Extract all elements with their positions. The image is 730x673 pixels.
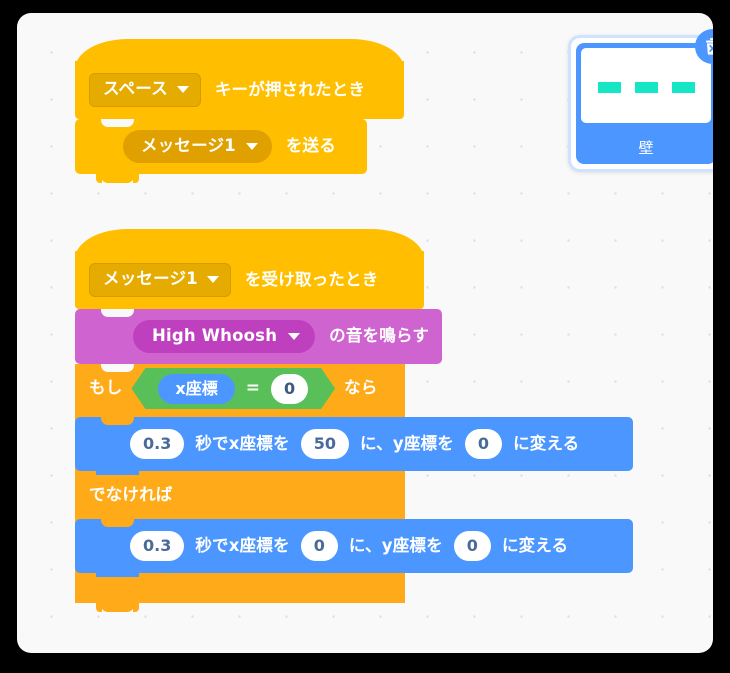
- else-label: でなければ: [89, 484, 173, 504]
- block-top-notch: [101, 417, 134, 425]
- glide-x-input-else[interactable]: 0: [300, 531, 338, 561]
- glide-y-input-if[interactable]: 0: [464, 429, 503, 459]
- wall-segment-icon: [635, 82, 658, 93]
- code-workspace[interactable]: スペース キーが押されたとき メッセージ1 を送る メッセージ1 を受け取ったと…: [17, 13, 713, 653]
- block-glide-to-xy-else[interactable]: 0.3 秒でx座標を 0 に、y座標を 0 に変える: [75, 519, 633, 582]
- glide-y-input-else[interactable]: 0: [453, 531, 491, 561]
- block-bottom-notch: [96, 174, 139, 183]
- reporter-x-position[interactable]: x座標: [158, 374, 234, 404]
- receive-message-dropdown[interactable]: メッセージ1: [89, 263, 231, 297]
- equals-right-input[interactable]: 0: [271, 374, 308, 404]
- glide-x-label-else: に、y座標を: [348, 535, 443, 555]
- glide-seconds-label-else: 秒でx座標を: [195, 535, 290, 555]
- block-equals-operator[interactable]: x座標 = 0: [131, 368, 335, 409]
- block-top-notch: [101, 119, 134, 127]
- broadcast-label: を送る: [285, 136, 336, 156]
- broadcast-message-dropdown[interactable]: メッセージ1: [123, 129, 272, 164]
- wall-segment-icon: [672, 82, 695, 93]
- glide-seconds-input-else[interactable]: 0.3: [130, 531, 185, 561]
- sprite-thumbnail: [581, 48, 711, 123]
- script-when-broadcast-received[interactable]: メッセージ1 を受け取ったとき High Whoosh の音を鳴らす もし x座…: [75, 229, 633, 612]
- if-label: もし: [89, 378, 123, 398]
- equals-sign: =: [245, 378, 260, 398]
- block-bottom-notch: [96, 603, 139, 612]
- block-when-key-pressed[interactable]: スペース キーが押されたとき: [75, 39, 404, 119]
- glide-x-label-if: に、y座標を: [359, 433, 454, 453]
- play-sound-label: の音を鳴らす: [329, 326, 430, 346]
- block-top-notch: [101, 364, 134, 372]
- receive-message-value: メッセージ1: [103, 269, 198, 289]
- scratch-editor-screenshot: スペース キーが押されたとき メッセージ1 を送る メッセージ1 を受け取ったと…: [0, 0, 730, 673]
- sprite-name-label: 壁: [638, 139, 654, 157]
- then-label: なら: [344, 378, 378, 398]
- block-if-else[interactable]: もし x座標 = 0 なら 0.3 秒でx座標を 50 に、y座標を 0 に変え…: [75, 364, 633, 612]
- chevron-down-icon: [176, 86, 189, 93]
- glide-y-label-else: に変える: [501, 535, 569, 555]
- sound-dropdown-value: High Whoosh: [152, 325, 278, 345]
- glide-y-label-if: に変える: [513, 433, 580, 453]
- block-top-notch: [101, 519, 134, 527]
- broadcast-message-value: メッセージ1: [141, 135, 236, 155]
- glide-seconds-label-if: 秒でx座標を: [195, 433, 290, 453]
- sound-dropdown[interactable]: High Whoosh: [133, 319, 316, 354]
- key-dropdown-value: スペース: [103, 79, 168, 99]
- block-play-sound[interactable]: High Whoosh の音を鳴らす: [75, 309, 442, 373]
- sprite-card-body: 壁: [576, 43, 713, 164]
- key-dropdown[interactable]: スペース: [89, 73, 201, 107]
- else-divider[interactable]: でなければ: [75, 475, 405, 515]
- when-received-label: を受け取ったとき: [244, 269, 379, 289]
- if-branch: 0.3 秒でx座標を 50 に、y座標を 0 に変える: [75, 413, 633, 480]
- glide-x-input-if[interactable]: 50: [300, 429, 349, 459]
- wall-segment-icon: [598, 82, 621, 93]
- glide-seconds-input-if[interactable]: 0.3: [130, 429, 185, 459]
- block-glide-to-xy-if[interactable]: 0.3 秒でx座標を 50 に、y座標を 0 に変える: [75, 417, 633, 480]
- if-else-footer: [75, 577, 405, 612]
- when-key-pressed-label: キーが押されたとき: [214, 79, 366, 99]
- chevron-down-icon: [206, 276, 219, 283]
- sprite-card-wall[interactable]: 壁: [568, 29, 713, 172]
- block-when-broadcast-received[interactable]: メッセージ1 を受け取ったとき: [75, 229, 424, 309]
- trash-delete-icon: [706, 38, 713, 55]
- block-broadcast[interactable]: メッセージ1 を送る: [75, 119, 367, 183]
- if-else-header[interactable]: もし x座標 = 0 なら: [75, 364, 405, 413]
- block-top-notch: [101, 309, 134, 317]
- else-branch: 0.3 秒でx座標を 0 に、y座標を 0 に変える: [75, 515, 633, 582]
- script-when-key-pressed[interactable]: スペース キーが押されたとき メッセージ1 を送る: [75, 39, 404, 183]
- chevron-down-icon: [245, 142, 258, 150]
- chevron-down-icon: [288, 332, 301, 340]
